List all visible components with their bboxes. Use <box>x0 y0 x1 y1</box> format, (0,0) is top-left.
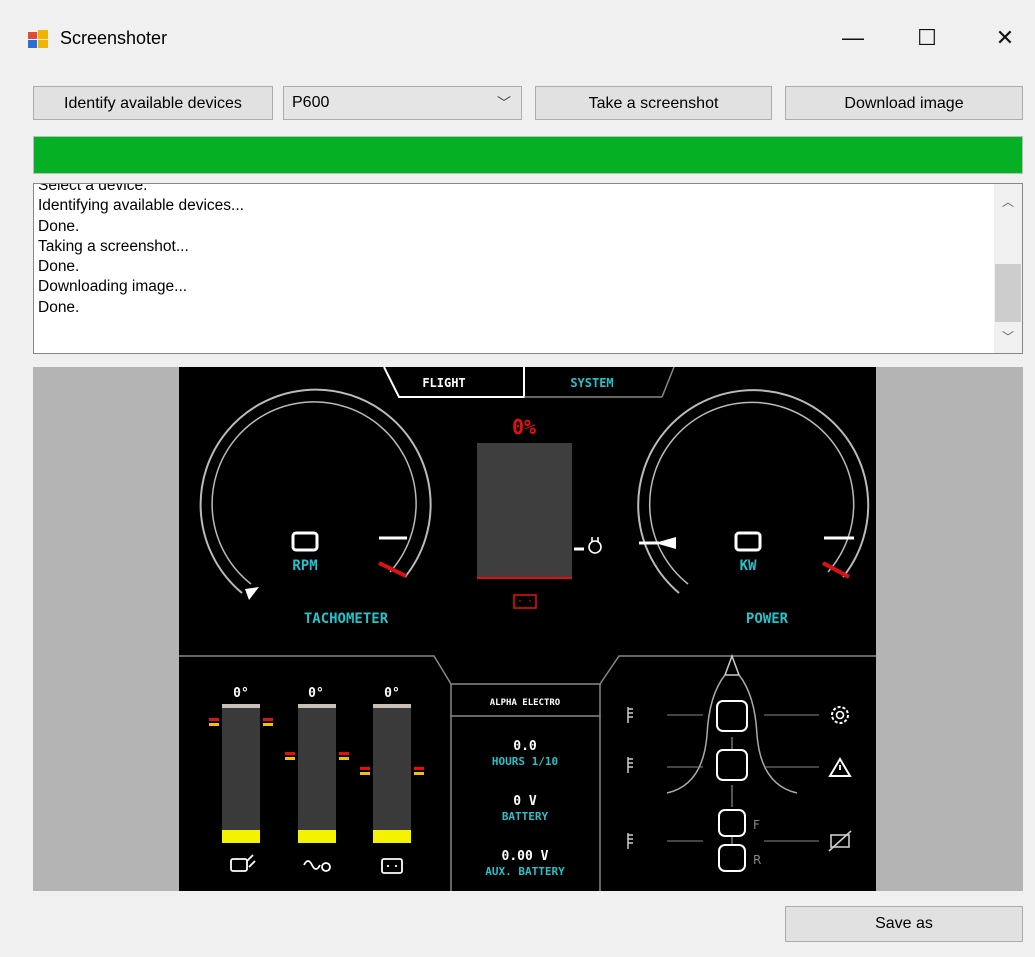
progress-bar <box>33 136 1023 174</box>
tachometer-value-box <box>291 531 319 552</box>
log-line: Done. <box>38 258 80 276</box>
tab-system: SYSTEM <box>570 376 613 390</box>
image-preview-panel: .t{font-family:"DejaVu Sans Mono",monosp… <box>33 367 1023 891</box>
scroll-up-icon[interactable]: ︿ <box>994 190 1022 214</box>
battery-rear-node <box>718 844 746 872</box>
controller-icon <box>303 860 331 872</box>
log-scrollbar[interactable]: ︿ ﹀ <box>994 184 1022 353</box>
temperature-bars: 0° 0° 0° <box>209 686 424 874</box>
chevron-down-icon: ﹀ <box>497 95 511 111</box>
device-select[interactable]: P600 ﹀ <box>283 86 522 120</box>
battery-front-letter: F <box>753 818 760 832</box>
kw-unit: KW <box>740 558 757 574</box>
hours-label: HOURS 1/10 <box>492 755 558 768</box>
log-line: Done. <box>38 298 80 316</box>
device-select-value: P600 <box>292 94 330 111</box>
rpm-unit: RPM <box>292 558 317 574</box>
log-line: Downloading image... <box>38 278 188 296</box>
log-textbox[interactable]: Select a device. Identifying available de… <box>33 183 1023 354</box>
power-label: POWER <box>746 611 789 627</box>
take-screenshot-button[interactable]: Take a screenshot <box>535 86 772 120</box>
brand-text: ALPHA ELECTRO <box>490 698 561 708</box>
device-display: .t{font-family:"DejaVu Sans Mono",monosp… <box>179 367 876 891</box>
warning-icon <box>828 757 852 777</box>
battery-icon <box>381 858 403 874</box>
log-line: Identifying available devices... <box>38 197 244 215</box>
thermometer-icon <box>627 833 633 849</box>
progress-fill <box>34 137 1022 173</box>
log-line: Select a device. <box>38 183 148 194</box>
temp-label-battery: 0° <box>384 686 400 701</box>
battery-front-node <box>718 809 746 837</box>
scroll-thumb[interactable] <box>995 264 1021 322</box>
close-button[interactable]: ✕ <box>982 14 1028 62</box>
thermometer-icon <box>627 707 633 723</box>
maximize-button[interactable]: ☐ <box>904 14 950 62</box>
log-line: Taking a screenshot... <box>38 237 189 255</box>
download-image-button[interactable]: Download image <box>785 86 1023 120</box>
aux-battery-label: AUX. BATTERY <box>485 865 565 878</box>
save-as-button[interactable]: Save as <box>785 906 1023 942</box>
device-screenshot: .t{font-family:"DejaVu Sans Mono",monosp… <box>179 367 876 891</box>
battery-percent: 0% <box>512 415 536 439</box>
battery-voltage: 0 V <box>513 794 537 809</box>
motor-node <box>716 700 748 732</box>
battery-icon-red <box>513 594 537 609</box>
system-diagram: F R <box>627 653 852 872</box>
plug-icon <box>588 537 602 554</box>
battery-label: BATTERY <box>502 810 549 823</box>
window-title: Screenshoter <box>60 28 168 48</box>
motor-icon <box>230 854 256 872</box>
log-lines: Select a device. Identifying available de… <box>38 183 244 318</box>
identify-devices-button[interactable]: Identify available devices <box>33 86 273 120</box>
minimize-button[interactable]: — <box>830 14 876 62</box>
tachometer-label: TACHOMETER <box>304 611 389 627</box>
gear-icon <box>831 706 849 724</box>
tab-flight: FLIGHT <box>422 376 465 390</box>
hours-value: 0.0 <box>513 739 537 754</box>
thermometer-icon <box>627 757 633 773</box>
title-bar: Screenshoter — ☐ ✕ <box>0 0 1035 80</box>
log-line: Done. <box>38 217 80 235</box>
aux-battery-voltage: 0.00 V <box>502 849 549 864</box>
no-charge-icon <box>828 830 852 852</box>
scroll-down-icon[interactable]: ﹀ <box>994 325 1022 349</box>
app-icon <box>28 30 48 48</box>
temp-label-motor: 0° <box>233 686 249 701</box>
temp-label-controller: 0° <box>308 686 324 701</box>
battery-rear-letter: R <box>753 853 761 867</box>
controller-node <box>716 749 748 781</box>
power-value-box <box>734 531 762 552</box>
